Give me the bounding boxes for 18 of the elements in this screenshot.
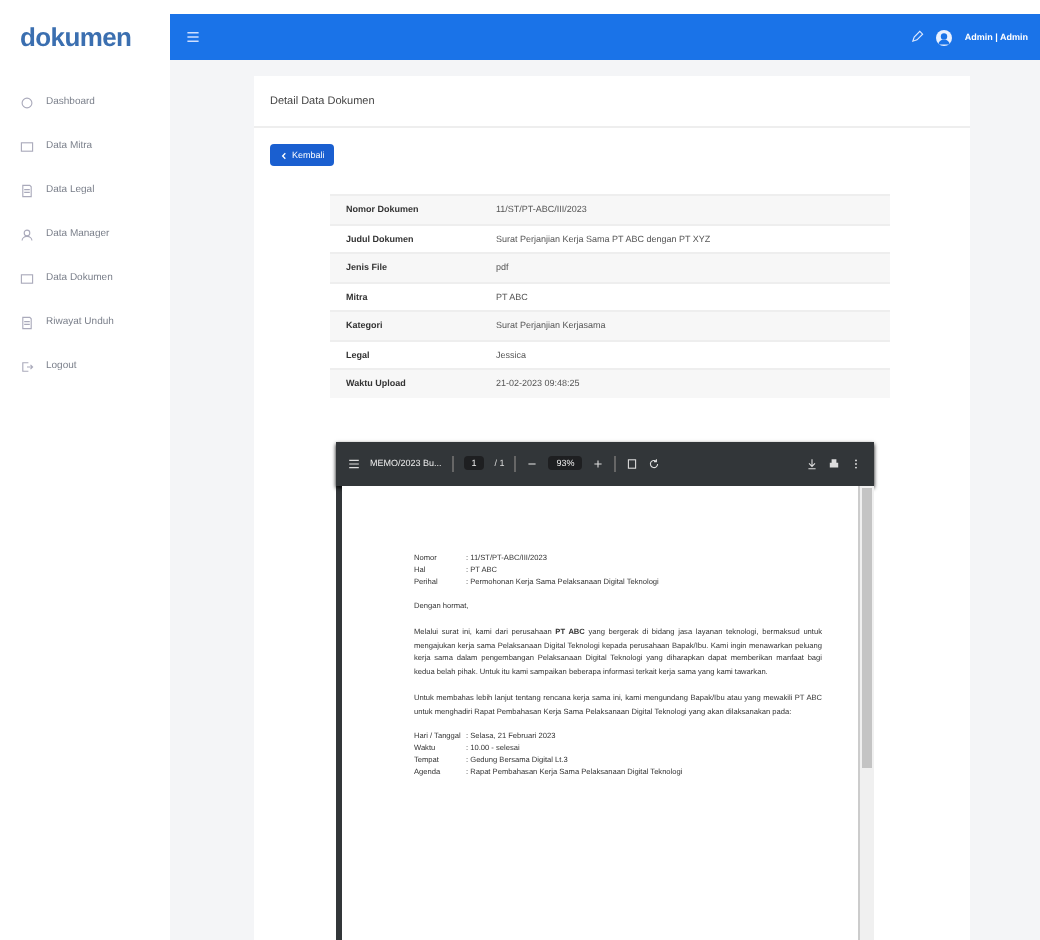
download-icon[interactable]	[806, 457, 818, 469]
logout-icon	[20, 359, 34, 373]
avatar-icon[interactable]	[936, 29, 953, 45]
fit-page-icon[interactable]	[626, 457, 639, 469]
edit-icon[interactable]	[910, 30, 925, 44]
user-icon	[20, 227, 34, 241]
menu-icon[interactable]	[348, 457, 360, 469]
document-icon	[20, 315, 34, 329]
document-icon	[20, 183, 34, 197]
scrollbar[interactable]	[858, 485, 874, 940]
card-icon	[20, 271, 34, 285]
card-icon	[20, 139, 34, 153]
rotate-icon[interactable]	[648, 457, 661, 469]
zoom-in-icon[interactable]	[592, 457, 605, 469]
zoom-out-icon[interactable]	[526, 457, 539, 469]
app-logo: dokumen	[18, 20, 134, 56]
print-icon[interactable]	[828, 457, 840, 469]
circle-icon	[20, 95, 34, 109]
